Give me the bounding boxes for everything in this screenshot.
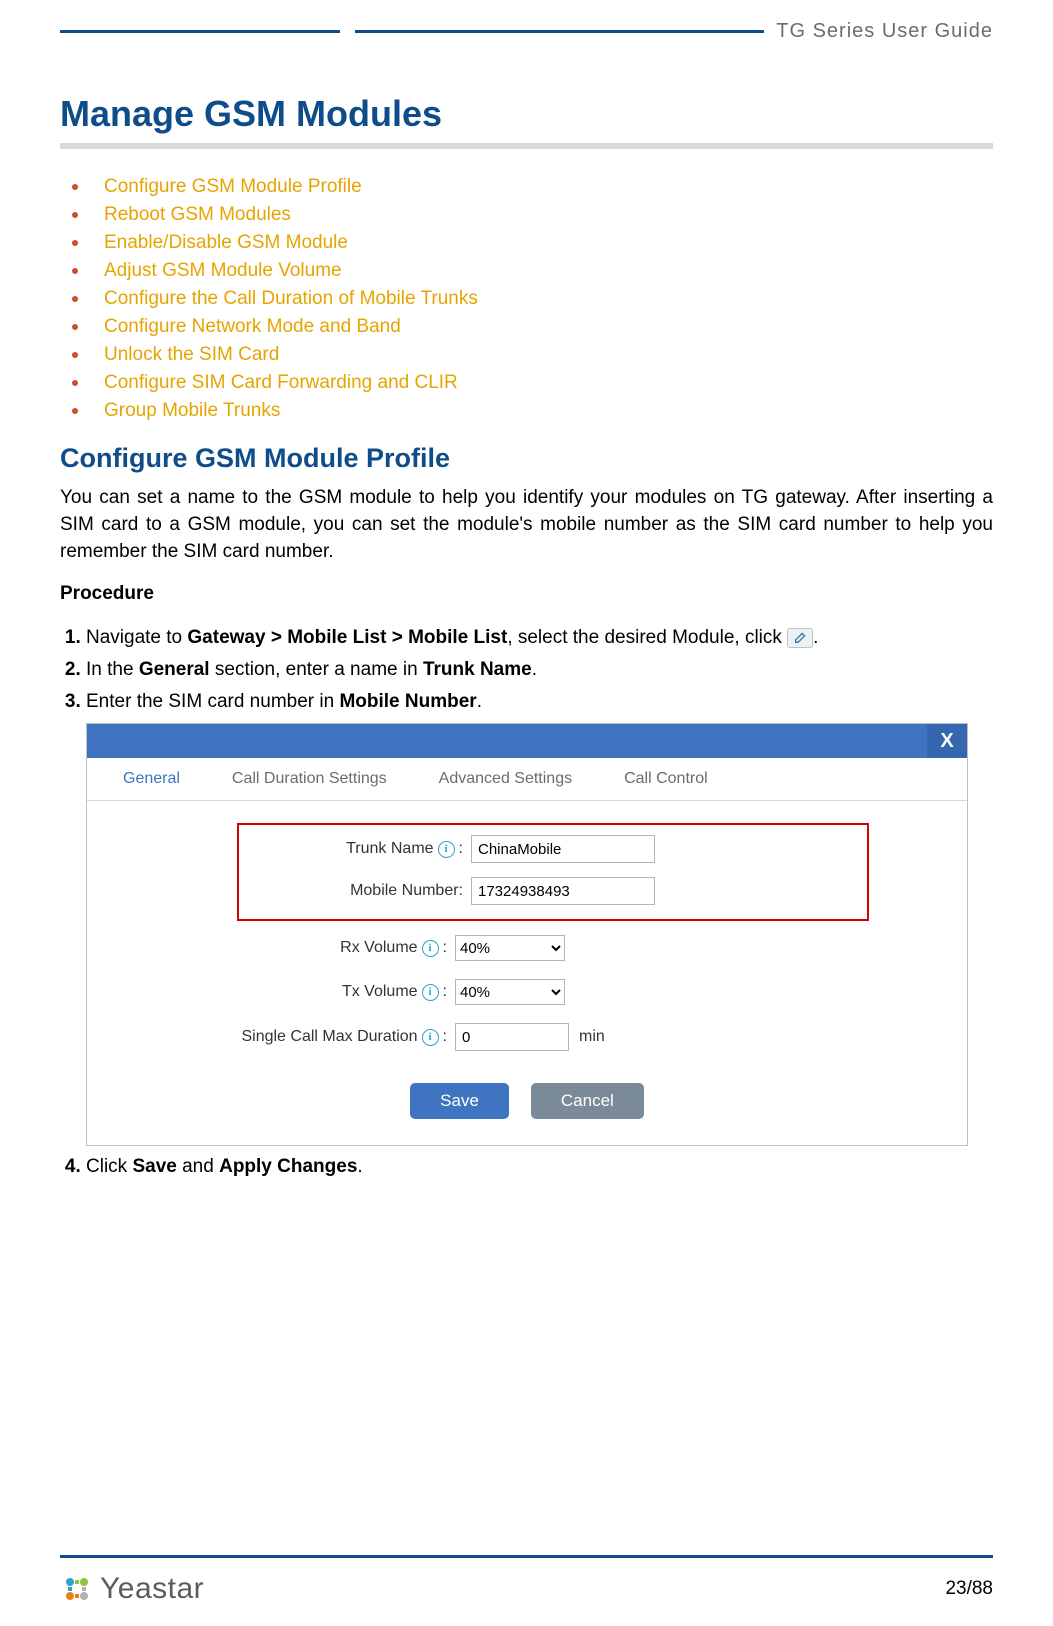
logo-icon xyxy=(60,1572,94,1606)
step-text: . xyxy=(813,627,818,648)
label-single-call: Single Call Max Duration xyxy=(241,1028,417,1046)
procedure-steps-cont: Click Save and Apply Changes. xyxy=(60,1152,993,1182)
label-tx-volume: Tx Volume xyxy=(342,983,418,1001)
info-icon[interactable]: i xyxy=(422,984,439,1001)
single-call-input[interactable] xyxy=(455,1023,569,1051)
dialog-buttons: Save Cancel xyxy=(117,1069,937,1139)
dialog-screenshot: X General Call Duration Settings Advance… xyxy=(86,723,968,1146)
bullet-icon xyxy=(72,240,78,246)
step-bold: Trunk Name xyxy=(423,659,532,680)
field-single-call: Single Call Max Duration i : min xyxy=(117,1023,937,1051)
tx-volume-select[interactable]: 40% xyxy=(455,979,565,1005)
header-line-left xyxy=(60,30,340,33)
label-mobile-number: Mobile Number: xyxy=(350,882,463,900)
label-rx-volume: Rx Volume xyxy=(340,939,417,957)
header-line-right xyxy=(355,30,764,33)
step-bold: General xyxy=(139,659,210,680)
info-icon[interactable]: i xyxy=(422,1029,439,1046)
toc-link[interactable]: Configure Network Mode and Band xyxy=(104,313,401,341)
bullet-icon xyxy=(72,212,78,218)
step-bold: Save xyxy=(132,1156,176,1177)
tab-call-control[interactable]: Call Control xyxy=(598,758,734,800)
toc-link[interactable]: Unlock the SIM Card xyxy=(104,341,279,369)
step-text: section, enter a name in xyxy=(210,659,423,680)
step-text: In the xyxy=(86,659,139,680)
step-text: . xyxy=(477,691,482,712)
[interactable] xyxy=(471,835,655,863)
bullet-icon xyxy=(72,184,78,190)
intro-paragraph: You can set a name to the GSM module to … xyxy=(60,484,993,565)
bullet-icon xyxy=(72,268,78,274)
field-trunk-name: Trunk Name i : xyxy=(253,835,853,863)
label-trunk-name: Trunk Name xyxy=(346,840,433,858)
step-bold: Gateway > Mobile List > Mobile List xyxy=(187,627,507,648)
dialog-titlebar: X xyxy=(87,724,967,758)
step-text: . xyxy=(357,1156,362,1177)
header-title: TG Series User Guide xyxy=(764,20,993,43)
step-4: Click Save and Apply Changes. xyxy=(86,1152,993,1182)
toc-list: Configure GSM Module Profile Reboot GSM … xyxy=(60,173,993,425)
toc-link[interactable]: Configure the Call Duration of Mobile Tr… xyxy=(104,285,478,313)
dialog-body: Trunk Name i : Mobile Number: Rx Volume xyxy=(87,801,967,1145)
section-heading: Configure GSM Module Profile xyxy=(60,443,993,474)
info-icon[interactable]: i xyxy=(438,841,455,858)
bullet-icon xyxy=(72,408,78,414)
step-text: Enter the SIM card number in xyxy=(86,691,339,712)
step-bold: Apply Changes xyxy=(219,1156,357,1177)
heading-underline xyxy=(60,143,993,149)
edit-icon xyxy=(787,628,813,648)
rx-volume-select[interactable]: 40% xyxy=(455,935,565,961)
step-3: Enter the SIM card number in Mobile Numb… xyxy=(86,687,993,717)
footer: Yeastar 23/88 xyxy=(60,1555,993,1606)
toc-link[interactable]: Configure GSM Module Profile xyxy=(104,173,362,201)
toc-link[interactable]: Reboot GSM Modules xyxy=(104,201,291,229)
footer-logo: Yeastar xyxy=(60,1572,204,1606)
toc-link[interactable]: Configure SIM Card Forwarding and CLIR xyxy=(104,369,458,397)
field-mobile-number: Mobile Number: xyxy=(253,877,853,905)
footer-brand: Yeastar xyxy=(100,1572,204,1606)
step-1: Navigate to Gateway > Mobile List > Mobi… xyxy=(86,623,993,653)
step-text: and xyxy=(177,1156,219,1177)
dialog-tabs: General Call Duration Settings Advanced … xyxy=(87,758,967,801)
bullet-icon xyxy=(72,296,78,302)
page-heading: Manage GSM Modules xyxy=(60,93,993,135)
close-button[interactable]: X xyxy=(927,724,967,758)
procedure-label: Procedure xyxy=(60,583,993,605)
field-rx-volume: Rx Volume i : 40% xyxy=(117,935,937,961)
step-text: , select the desired Module, click xyxy=(507,627,787,648)
header-rule: TG Series User Guide xyxy=(60,20,993,43)
field-tx-volume: Tx Volume i : 40% xyxy=(117,979,937,1005)
tab-general[interactable]: General xyxy=(97,758,206,800)
step-bold: Mobile Number xyxy=(339,691,476,712)
toc-link[interactable]: Adjust GSM Module Volume xyxy=(104,257,342,285)
step-text: . xyxy=(532,659,537,680)
label-colon: : xyxy=(443,1028,447,1046)
label-colon: : xyxy=(443,939,447,957)
cancel-button[interactable]: Cancel xyxy=(531,1083,644,1119)
info-icon[interactable]: i xyxy=(422,940,439,957)
step-text: Navigate to xyxy=(86,627,187,648)
toc-link[interactable]: Group Mobile Trunks xyxy=(104,397,280,425)
bullet-icon xyxy=(72,380,78,386)
tab-call-duration[interactable]: Call Duration Settings xyxy=(206,758,413,800)
highlight-box: Trunk Name i : Mobile Number: xyxy=(237,823,869,921)
step-text: Click xyxy=(86,1156,132,1177)
bullet-icon xyxy=(72,324,78,330)
tab-advanced[interactable]: Advanced Settings xyxy=(413,758,598,800)
label-colon: : xyxy=(443,983,447,1001)
bullet-icon xyxy=(72,352,78,358)
label-min: min xyxy=(579,1028,605,1046)
label-colon: : xyxy=(459,840,463,858)
step-2: In the General section, enter a name in … xyxy=(86,655,993,685)
mobile-number-input[interactable] xyxy=(471,877,655,905)
toc-link[interactable]: Enable/Disable GSM Module xyxy=(104,229,348,257)
save-button[interactable]: Save xyxy=(410,1083,509,1119)
procedure-steps: Navigate to Gateway > Mobile List > Mobi… xyxy=(60,623,993,717)
page-number: 23/88 xyxy=(945,1568,993,1600)
